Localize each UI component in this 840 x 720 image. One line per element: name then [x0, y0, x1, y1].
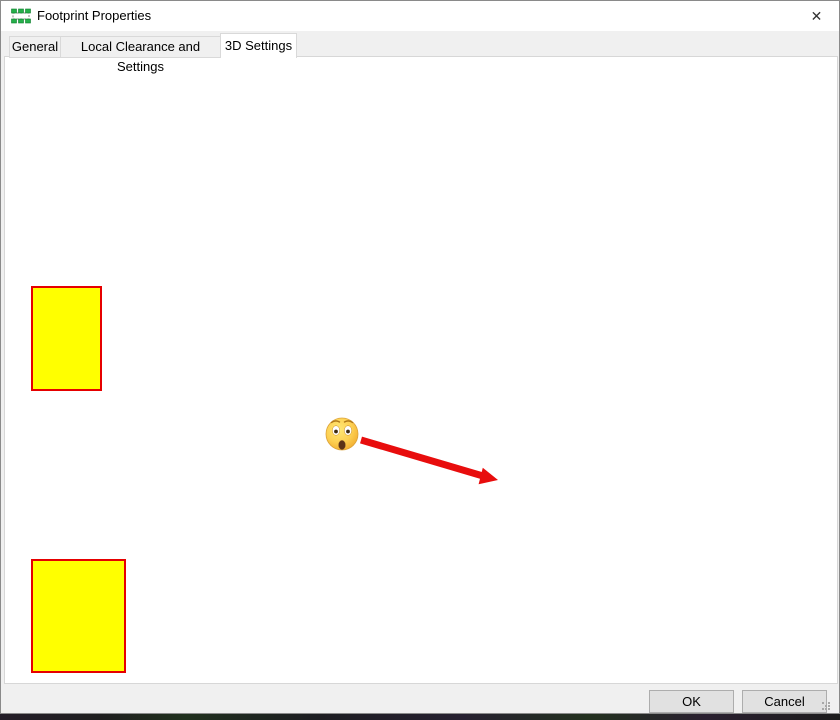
footprint-icon	[11, 8, 31, 24]
tab-local-clearance[interactable]: Local Clearance and Settings	[60, 36, 221, 58]
close-icon: ✕	[811, 8, 823, 24]
window-title: Footprint Properties	[37, 1, 151, 31]
tab-general[interactable]: General	[9, 36, 61, 58]
ok-button[interactable]: OK	[649, 690, 734, 713]
tab-page-3d-settings	[4, 56, 838, 684]
title-bar: Footprint Properties ✕	[1, 1, 839, 31]
background-app-strip	[0, 714, 840, 720]
tab-3d-settings[interactable]: 3D Settings	[220, 33, 297, 58]
footprint-properties-dialog: Footprint Properties ✕ General Local Cle…	[0, 0, 840, 714]
close-button[interactable]: ✕	[794, 1, 839, 31]
resize-grip[interactable]	[821, 701, 831, 711]
cancel-button[interactable]: Cancel	[742, 690, 827, 713]
